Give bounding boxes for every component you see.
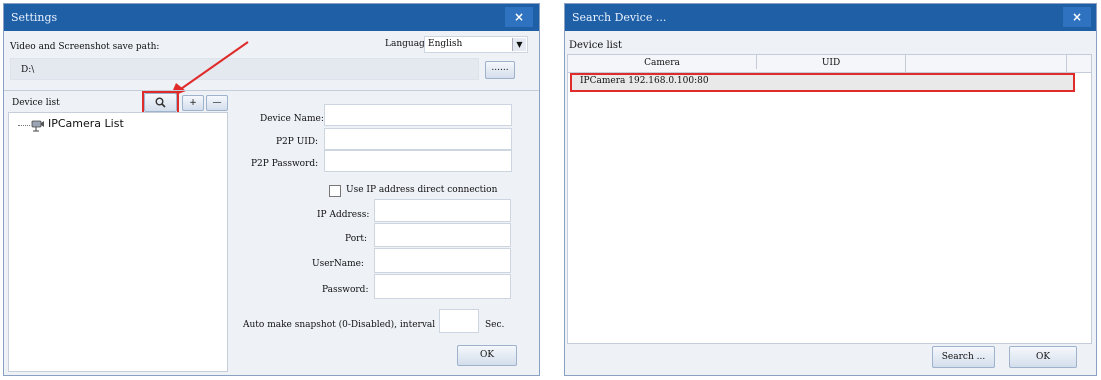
- settings-titlebar: Settings: [4, 4, 539, 31]
- column-header-camera[interactable]: Camera: [568, 55, 757, 69]
- search-results-table[interactable]: Camera UID IPCamera 192.168.0.100:80: [567, 54, 1092, 344]
- device-list-label: Device list: [12, 98, 60, 108]
- password-field[interactable]: [374, 274, 511, 299]
- settings-title: Settings: [11, 11, 58, 24]
- password-label: Password:: [322, 285, 369, 295]
- column-header-uid[interactable]: UID: [757, 55, 906, 72]
- search-window-title: Search Device ...: [572, 11, 667, 24]
- tree-connector: [18, 125, 30, 126]
- divider: [4, 90, 539, 91]
- close-icon: ×: [513, 10, 525, 24]
- language-select[interactable]: English ▼: [424, 36, 528, 53]
- ok-button[interactable]: OK: [457, 345, 517, 366]
- found-device-highlight: [570, 73, 1075, 92]
- search-device-list-label: Device list: [569, 40, 623, 51]
- sec-label: Sec.: [485, 320, 505, 330]
- column-header-blank[interactable]: [906, 55, 1067, 72]
- language-value: English: [428, 39, 463, 49]
- p2p-uid-label: P2P UID:: [276, 137, 319, 147]
- device-tree[interactable]: IPCamera List: [8, 112, 228, 372]
- use-ip-label: Use IP address direct connection: [346, 185, 498, 195]
- port-label: Port:: [345, 234, 368, 244]
- save-path-value: D:\: [21, 65, 35, 75]
- save-path-label: Video and Screenshot save path:: [10, 42, 160, 52]
- browse-button[interactable]: ......: [485, 61, 515, 79]
- settings-close-button[interactable]: ×: [505, 7, 533, 27]
- close-icon: ×: [1071, 10, 1083, 24]
- search-ok-button[interactable]: OK: [1009, 346, 1077, 368]
- remove-device-button[interactable]: —: [206, 95, 228, 111]
- username-field[interactable]: [374, 248, 511, 273]
- device-name-label: Device Name:: [260, 114, 324, 124]
- p2p-password-field[interactable]: [324, 150, 512, 172]
- tree-root-label: IPCamera List: [48, 117, 124, 130]
- search-button-highlight: [142, 91, 179, 114]
- search-close-button[interactable]: ×: [1063, 7, 1091, 27]
- username-label: UserName:: [312, 259, 364, 269]
- snapshot-label: Auto make snapshot (0-Disabled), interva…: [243, 320, 436, 330]
- device-name-field[interactable]: [324, 104, 512, 126]
- ip-address-field[interactable]: [374, 199, 511, 222]
- search-titlebar: Search Device ...: [565, 4, 1096, 31]
- p2p-uid-field[interactable]: [324, 128, 512, 150]
- port-field[interactable]: [374, 223, 511, 247]
- table-header: Camera UID: [568, 55, 1091, 73]
- camera-icon: [31, 120, 44, 132]
- search-again-button[interactable]: Search ...: [932, 346, 995, 368]
- chevron-down-icon: ▼: [512, 38, 526, 51]
- snapshot-interval-field[interactable]: [439, 309, 479, 333]
- p2p-password-label: P2P Password:: [251, 159, 319, 169]
- settings-window: Settings × Video and Screenshot save pat…: [3, 3, 540, 376]
- use-ip-checkbox[interactable]: [329, 185, 341, 197]
- add-device-button[interactable]: +: [182, 95, 204, 111]
- search-window: Search Device ... × Device list Camera U…: [564, 3, 1097, 376]
- ip-address-label: IP Address:: [317, 210, 370, 220]
